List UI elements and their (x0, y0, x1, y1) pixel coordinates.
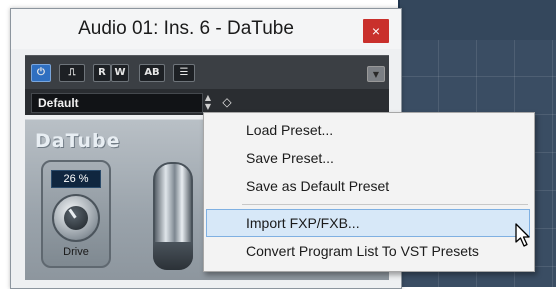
drive-control: 26 % Drive (41, 160, 111, 268)
mouse-cursor-icon (515, 223, 530, 247)
drive-value-display[interactable]: 26 % (51, 170, 101, 188)
tube-base (153, 242, 193, 270)
write-automation-button[interactable]: W (111, 64, 129, 82)
menu-item-save-preset[interactable]: Save Preset... (207, 145, 531, 171)
preset-stepper[interactable]: ▲ ▼ (203, 93, 213, 111)
plugin-toolbar: ⏻ ⎍ R W AB ☰ ▼ (25, 55, 389, 90)
drive-label: Drive (63, 246, 89, 258)
tube-graphic (153, 162, 193, 270)
plugin-menu-button[interactable]: ☰ (173, 64, 195, 82)
power-button[interactable]: ⏻ (31, 64, 51, 82)
power-icon: ⏻ (37, 67, 45, 78)
bypass-icon: ⎍ (68, 67, 76, 78)
ab-compare-button[interactable]: AB (139, 64, 165, 82)
knob-indicator (68, 208, 77, 219)
plugin-logo: DaTube (35, 130, 121, 152)
toolbar-dropdown-button[interactable]: ▼ (367, 66, 385, 82)
menu-item-convert-program-list[interactable]: Convert Program List To VST Presets (207, 238, 531, 264)
knob-center (64, 206, 88, 230)
menu-item-save-default-preset[interactable]: Save as Default Preset (207, 173, 531, 199)
menu-item-load-preset[interactable]: Load Preset... (207, 117, 531, 143)
drive-knob[interactable] (52, 194, 100, 242)
diamond-icon: ◇ (222, 95, 232, 109)
menu-separator (242, 204, 528, 205)
preset-name-field[interactable]: Default (31, 93, 203, 113)
menu-icon: ☰ (179, 67, 189, 78)
stepper-down-icon[interactable]: ▼ (203, 102, 213, 111)
preset-context-menu: Load Preset... Save Preset... Save as De… (203, 112, 535, 272)
chevron-down-icon: ▼ (372, 70, 380, 79)
close-button[interactable]: × (363, 19, 389, 43)
project-track-lane (400, 0, 556, 40)
menu-item-import-fxp[interactable]: Import FXP/FXB... (206, 209, 530, 237)
bypass-button[interactable]: ⎍ (59, 64, 85, 82)
window-title: Audio 01: Ins. 6 - DaTube (78, 18, 294, 39)
stepper-up-icon[interactable]: ▲ (203, 93, 213, 102)
window-titlebar[interactable]: Audio 01: Ins. 6 - DaTube × (11, 9, 401, 49)
read-automation-button[interactable]: R (93, 64, 111, 82)
preset-options-button[interactable]: ◇ (219, 94, 235, 110)
close-icon: × (371, 23, 381, 39)
